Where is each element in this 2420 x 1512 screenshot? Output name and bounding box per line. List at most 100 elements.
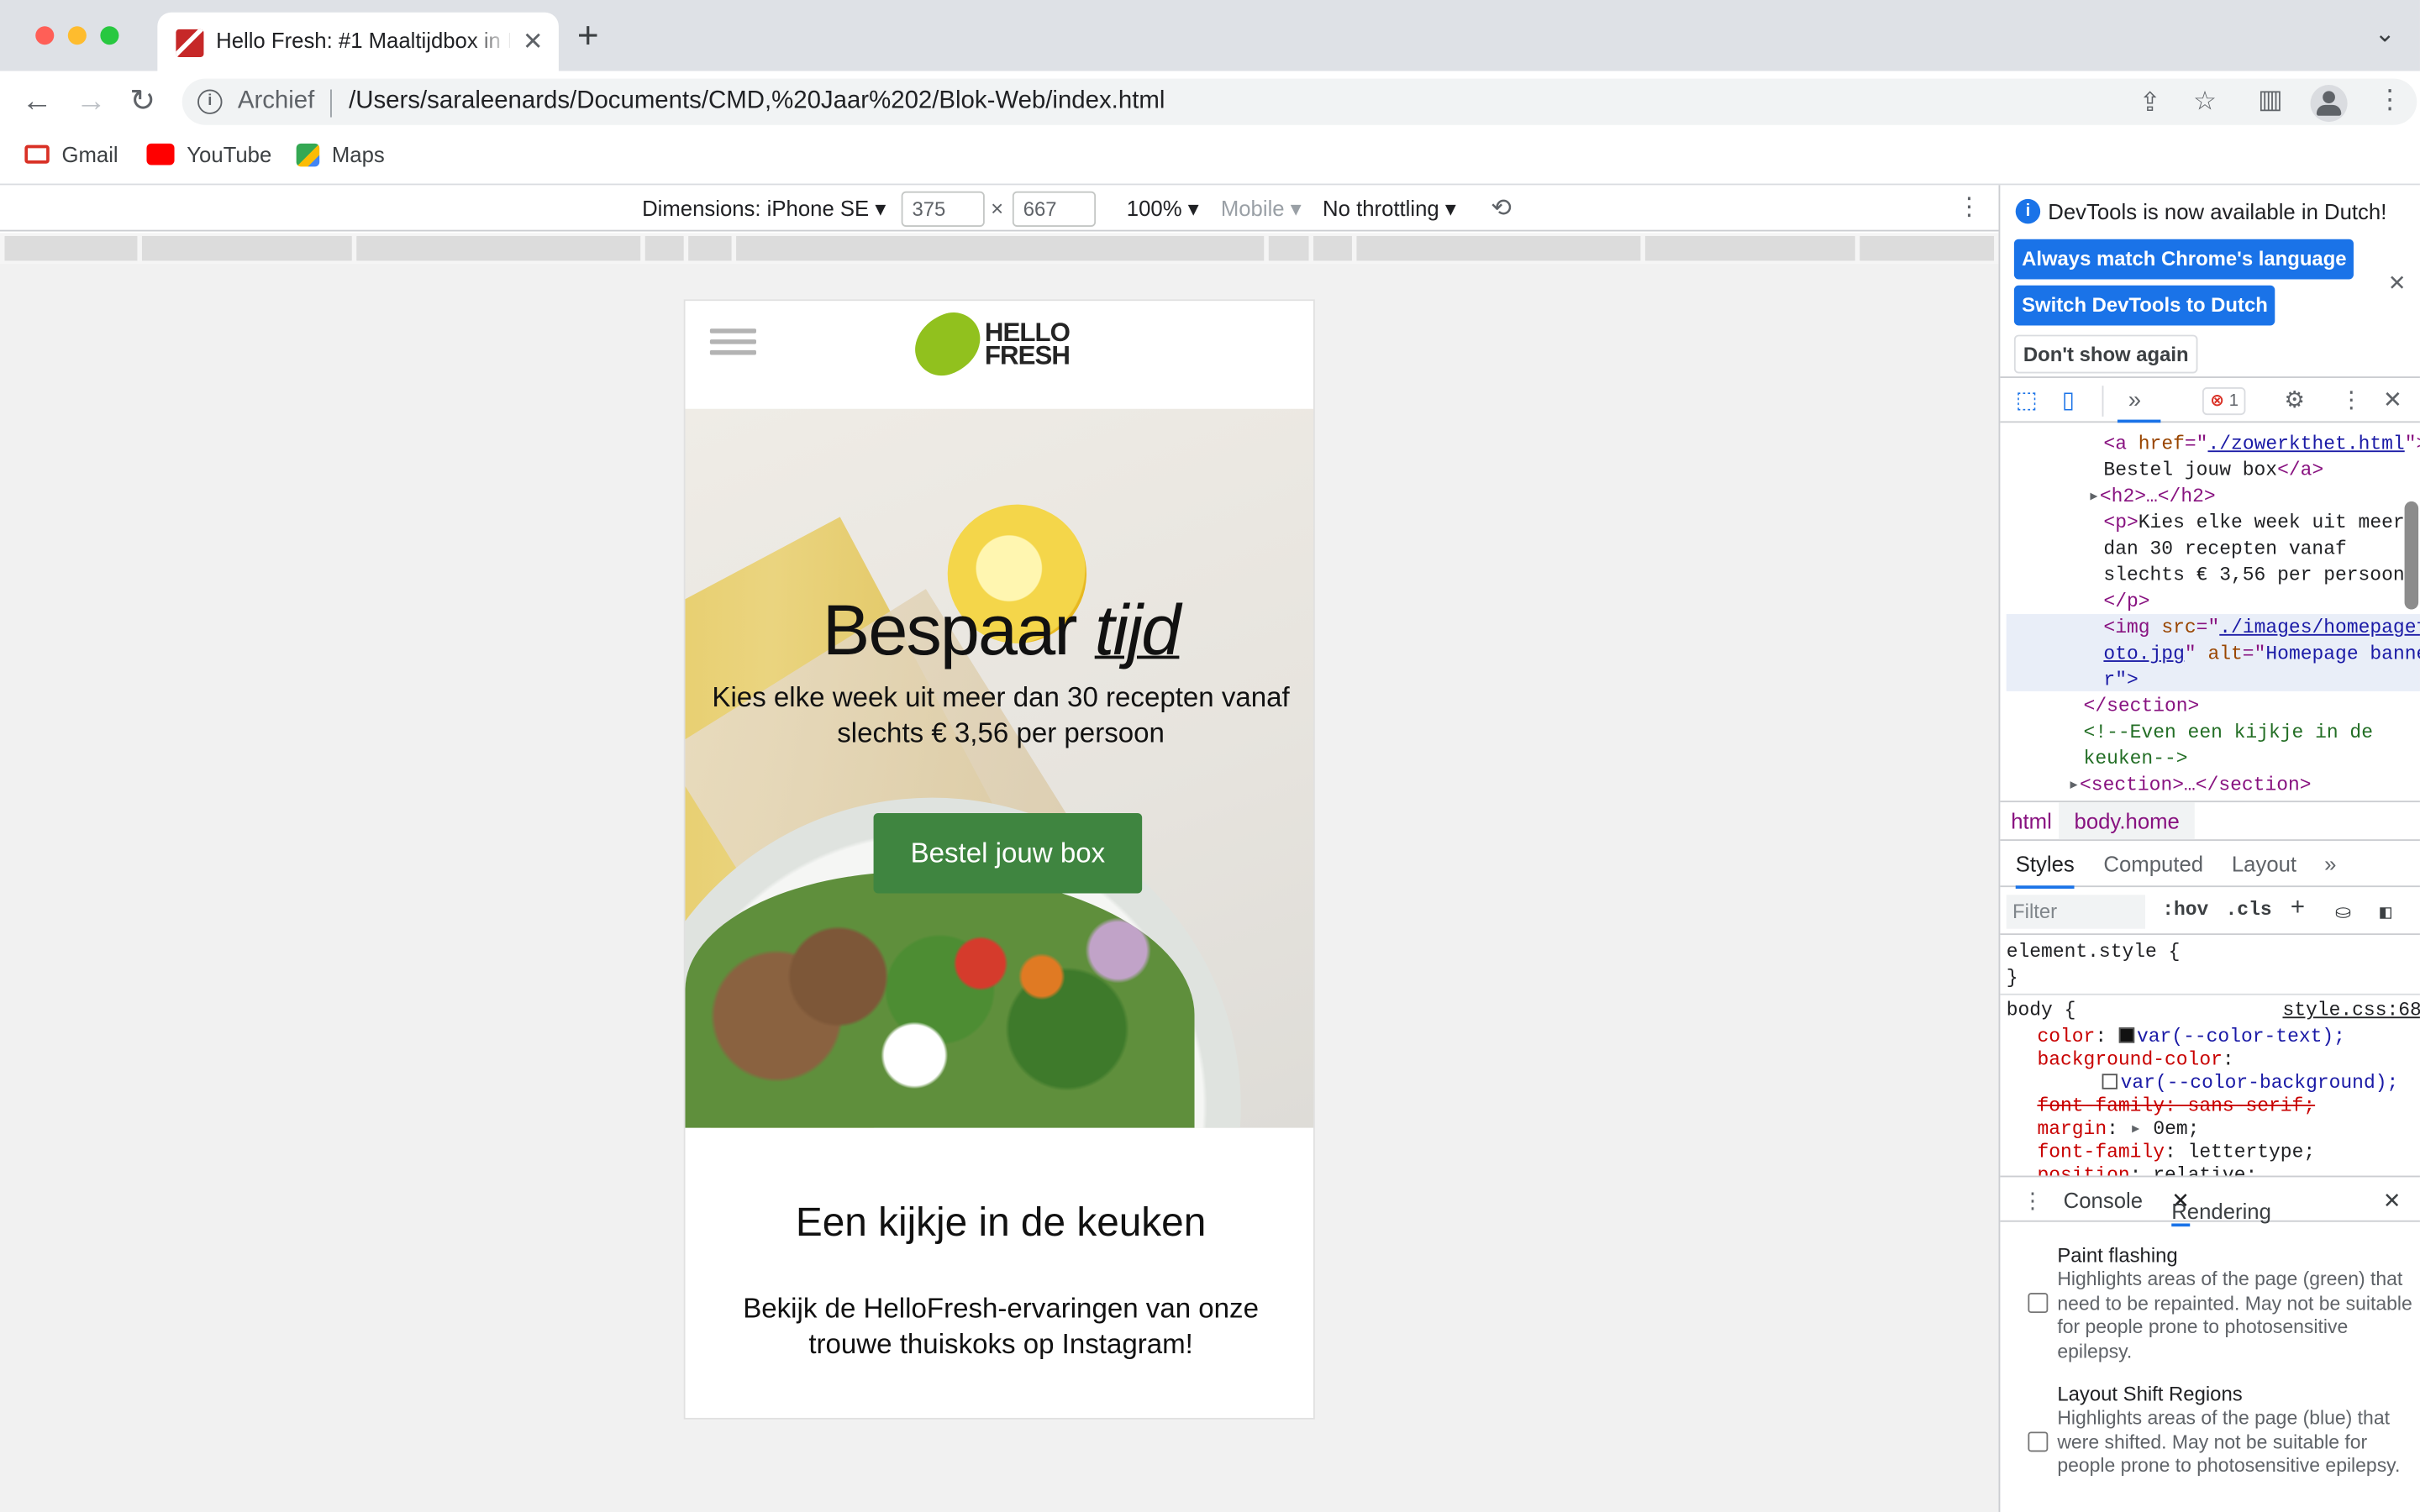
tree-line[interactable]: Bestel jouw box</a>: [2103, 458, 2323, 484]
breadcrumb-body[interactable]: body.home: [2059, 802, 2196, 840]
device-mode-select[interactable]: Mobile ▾: [1221, 196, 1302, 222]
ruler-segment[interactable]: [1313, 236, 1352, 261]
error-count-badge[interactable]: ⊗ 1: [2202, 387, 2247, 416]
hellofresh-logo[interactable]: HELLO FRESH: [905, 304, 1071, 384]
style-rule[interactable]: element.style {: [2007, 941, 2181, 964]
site-info-icon[interactable]: i: [197, 89, 223, 114]
more-tabs-chevron-icon[interactable]: »: [2324, 852, 2336, 876]
bookmark-star-icon[interactable]: ☆: [2193, 87, 2217, 118]
section-text: Bekijk de HelloFresh-ervaringen van onze…: [743, 1293, 1259, 1360]
ruler-segment[interactable]: [356, 236, 641, 261]
paint-flashing-checkbox[interactable]: [2028, 1293, 2049, 1314]
style-declaration[interactable]: color: var(--color-text);: [2037, 1026, 2345, 1049]
drawer-close-icon[interactable]: ✕: [2383, 1188, 2402, 1214]
style-declaration[interactable]: font-family: lettertype;: [2037, 1142, 2315, 1165]
ruler-segment[interactable]: [644, 236, 684, 261]
browser-tab[interactable]: Hello Fresh: #1 Maaltijdbox in Nederland…: [157, 12, 559, 71]
devtools-menu-icon[interactable]: ⋮: [2339, 387, 2363, 415]
styles-filter-input[interactable]: Filter: [2006, 895, 2146, 929]
ruler-segment[interactable]: [736, 236, 1265, 261]
hover-state-toggle[interactable]: :hov: [2162, 900, 2208, 921]
tab-console[interactable]: Console: [2064, 1188, 2143, 1212]
ruler-segment[interactable]: [1268, 236, 1309, 261]
side-panel-icon[interactable]: ▥: [2258, 85, 2283, 116]
address-url[interactable]: /Users/saraleenards/Documents/CMD,%20Jaa…: [349, 88, 1165, 116]
address-bar[interactable]: i Archief /Users/saraleenards/Documents/…: [182, 78, 2417, 125]
device-dimensions-select[interactable]: Dimensions: iPhone SE ▾: [642, 196, 886, 222]
close-window-button[interactable]: [35, 26, 55, 45]
infobar-close-icon[interactable]: ✕: [2388, 270, 2407, 296]
tree-line[interactable]: </section>: [2084, 695, 2200, 721]
device-height-input[interactable]: [1012, 191, 1097, 227]
drawer-menu-icon[interactable]: ⋮: [2022, 1188, 2044, 1214]
match-language-button[interactable]: Always match Chrome's language: [2013, 239, 2354, 280]
switch-dutch-button[interactable]: Switch DevTools to Dutch: [2013, 285, 2276, 326]
tree-line[interactable]: ▸<section>…</section>: [2068, 773, 2311, 799]
style-rule-selector[interactable]: body {: [2007, 1000, 2076, 1023]
inspect-element-icon[interactable]: ⬚: [2016, 387, 2038, 415]
device-toggle-icon[interactable]: ▯: [2062, 387, 2075, 415]
settings-gear-icon[interactable]: ⚙: [2284, 387, 2305, 415]
forward-arrow-icon[interactable]: →: [76, 83, 107, 120]
tree-line-selected[interactable]: r">: [2103, 668, 2138, 694]
layout-shift-checkbox[interactable]: [2028, 1431, 2049, 1452]
style-source-link[interactable]: style.css:68: [2282, 1000, 2419, 1023]
back-arrow-icon[interactable]: ←: [22, 83, 53, 120]
paint-bucket-icon[interactable]: ⛀: [2335, 900, 2351, 924]
tree-line[interactable]: <a href="./zowerkthet.html">: [2103, 432, 2420, 458]
style-declaration[interactable]: margin: ▸ 0em;: [2037, 1119, 2199, 1142]
rotate-icon[interactable]: ⟲: [1491, 193, 1512, 224]
dimension-times-symbol: ×: [991, 196, 1004, 221]
ruler-segment[interactable]: [4, 236, 138, 261]
style-declaration-value[interactable]: var(--color-background);: [2102, 1073, 2398, 1096]
breadcrumb-html[interactable]: html: [2011, 808, 2052, 832]
tree-line[interactable]: slechts € 3,56 per persoon: [2103, 563, 2404, 589]
more-tabs-chevron-icon[interactable]: »: [2128, 387, 2141, 415]
bookmark-gmail[interactable]: Gmail: [24, 142, 118, 166]
elements-scrollbar[interactable]: [2404, 501, 2419, 610]
tree-line[interactable]: <!--Even een kijkje in de: [2084, 721, 2373, 747]
new-tab-button[interactable]: +: [577, 18, 599, 55]
profile-avatar-icon[interactable]: [2310, 85, 2348, 123]
tab-close-icon[interactable]: ✕: [523, 26, 544, 57]
maximize-window-button[interactable]: [100, 26, 119, 45]
tree-line[interactable]: <p>Kies elke week uit meer: [2103, 511, 2404, 537]
tab-search-chevron-icon[interactable]: ⌄: [2375, 18, 2396, 50]
tab-layout[interactable]: Layout: [2232, 852, 2296, 876]
device-width-input[interactable]: [901, 191, 985, 227]
ruler-segment[interactable]: [1644, 236, 1855, 261]
devtools-close-icon[interactable]: ✕: [2383, 387, 2402, 415]
hamburger-menu-icon[interactable]: [709, 328, 756, 360]
minimize-window-button[interactable]: [67, 26, 87, 45]
bookmark-label: Gmail: [61, 141, 118, 167]
dont-show-again-button[interactable]: Don't show again: [2013, 334, 2198, 374]
style-declaration[interactable]: background-color:: [2037, 1049, 2233, 1073]
ruler-segment[interactable]: [141, 236, 352, 261]
ruler-segment[interactable]: [1356, 236, 1641, 261]
browser-menu-icon[interactable]: ⋮: [2377, 85, 2403, 116]
bookmark-youtube[interactable]: YouTube: [146, 142, 271, 166]
tree-line[interactable]: </p>: [2103, 590, 2149, 616]
tab-rendering[interactable]: Rendering ✕: [2171, 1188, 2271, 1227]
tree-line-selected[interactable]: oto.jpg" alt="Homepage banne: [2103, 642, 2420, 668]
tree-line[interactable]: dan 30 recepten vanaf: [2103, 537, 2346, 563]
throttling-select[interactable]: No throttling ▾: [1323, 196, 1456, 222]
sidebar-toggle-icon[interactable]: ◧: [2380, 900, 2391, 924]
style-declaration-overridden[interactable]: font-family: sans-serif;: [2037, 1095, 2315, 1119]
tree-line[interactable]: keuken-->: [2084, 747, 2188, 773]
share-icon[interactable]: ⇪: [2139, 88, 2161, 119]
ruler-segment[interactable]: [688, 236, 732, 261]
reload-icon[interactable]: ↻: [129, 83, 155, 120]
zoom-select[interactable]: 100% ▾: [1127, 196, 1199, 222]
tab-styles[interactable]: Styles: [2015, 852, 2075, 889]
order-box-button[interactable]: Bestel jouw box: [873, 812, 1143, 894]
tab-computed[interactable]: Computed: [2103, 852, 2203, 876]
style-declaration[interactable]: position: relative;: [2037, 1165, 2257, 1176]
ruler-segment[interactable]: [1860, 236, 1995, 261]
tree-line[interactable]: ▸<h2>…</h2>: [2088, 485, 2216, 511]
class-toggle[interactable]: .cls: [2226, 900, 2272, 921]
new-rule-plus-icon[interactable]: +: [2291, 895, 2306, 922]
device-toolbar-menu-icon[interactable]: ⋮: [1957, 192, 1981, 223]
tree-line-selected[interactable]: <img src="./images/homepagef: [2103, 616, 2420, 642]
bookmark-maps[interactable]: Maps: [296, 142, 385, 166]
